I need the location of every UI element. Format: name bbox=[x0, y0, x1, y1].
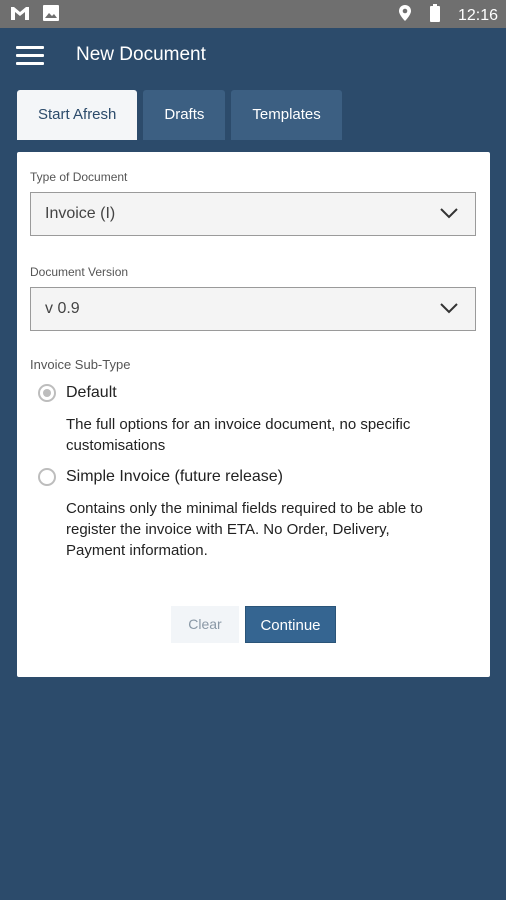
chevron-down-icon bbox=[439, 301, 459, 320]
continue-button[interactable]: Continue bbox=[245, 606, 336, 643]
location-icon bbox=[398, 4, 412, 27]
hamburger-menu-icon[interactable] bbox=[16, 46, 44, 66]
tab-templates[interactable]: Templates bbox=[231, 90, 342, 140]
chevron-down-icon bbox=[439, 206, 459, 225]
status-bar: 12:16 bbox=[0, 0, 506, 28]
document-version-label: Document Version bbox=[30, 265, 129, 279]
clock-time: 12:16 bbox=[457, 6, 498, 24]
image-icon bbox=[42, 4, 60, 27]
radio-button-unchecked[interactable] bbox=[38, 468, 56, 486]
document-version-select[interactable]: v 0.9 bbox=[30, 287, 476, 331]
tab-drafts[interactable]: Drafts bbox=[143, 90, 226, 140]
default-description: The full options for an invoice document… bbox=[66, 416, 411, 454]
radio-label-simple-invoice: Simple Invoice (future release) bbox=[66, 468, 283, 485]
radio-label-default: Default bbox=[66, 384, 117, 401]
simple-invoice-description: Contains only the minimal fields require… bbox=[66, 500, 423, 559]
app-bar: New Document bbox=[0, 28, 506, 84]
type-of-document-select[interactable]: Invoice (I) bbox=[30, 192, 476, 236]
radio-option-simple-invoice[interactable]: Simple Invoice (future release) bbox=[38, 468, 283, 486]
radio-button-checked[interactable] bbox=[38, 384, 56, 402]
battery-icon bbox=[429, 4, 440, 27]
radio-option-default[interactable]: Default bbox=[38, 384, 117, 402]
tab-bar: Start Afresh Drafts Templates bbox=[17, 90, 342, 140]
clear-button[interactable]: Clear bbox=[171, 606, 239, 643]
tab-start-afresh[interactable]: Start Afresh bbox=[17, 90, 138, 140]
page-title: New Document bbox=[76, 44, 206, 65]
type-of-document-label: Type of Document bbox=[30, 170, 128, 184]
new-document-card: Type of Document Invoice (I) Document Ve… bbox=[17, 152, 490, 677]
invoice-sub-type-label: Invoice Sub-Type bbox=[30, 357, 131, 372]
type-of-document-value: Invoice (I) bbox=[45, 205, 116, 222]
gmail-icon bbox=[10, 5, 30, 26]
document-version-value: v 0.9 bbox=[45, 300, 80, 317]
